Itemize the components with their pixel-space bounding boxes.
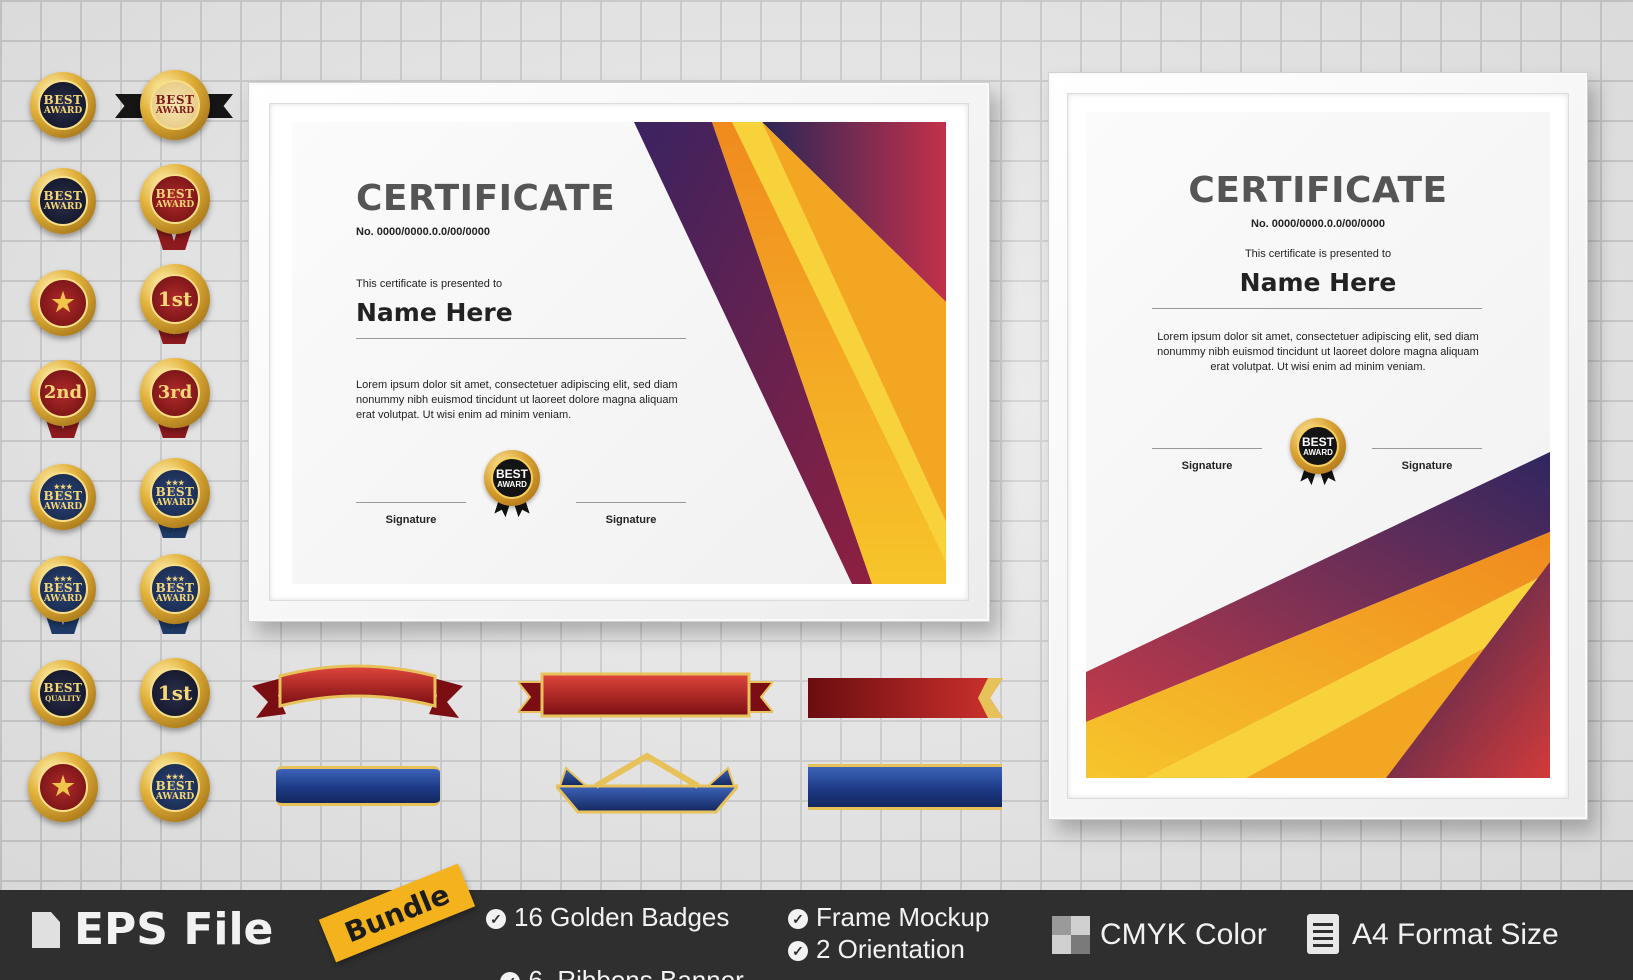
badge-best-award-3: BEST AWARD	[30, 168, 96, 234]
certificate-presented-text: This certificate is presented to	[1244, 248, 1392, 260]
badge-text: QUALITY	[45, 694, 81, 703]
badge-star-laurel: ★	[28, 752, 98, 822]
badge-text: AWARD	[155, 593, 195, 604]
badge-best-award-7: ★★★ BEST AWARD	[30, 556, 96, 622]
certificate-presented-text: This certificate is presented to	[356, 278, 503, 290]
badge-text: BEST	[43, 189, 83, 203]
feature-label: Frame Mockup	[816, 902, 990, 932]
signature-label-right: Signature	[1401, 460, 1453, 472]
badge-text: AWARD	[155, 791, 195, 802]
format-size-label: A4 Format Size	[1352, 918, 1559, 951]
seal-text: BEST	[1301, 434, 1334, 449]
certificate-body-text: Lorem ipsum dolor sit amet, consectetuer…	[1157, 331, 1479, 373]
seal-text: AWARD	[497, 479, 527, 489]
portrait-certificate: CERTIFICATE No. 0000/0000.0.0/00/0000 Th…	[1086, 112, 1550, 778]
portrait-frame: CERTIFICATE No. 0000/0000.0.0/00/0000 Th…	[1048, 72, 1588, 820]
signature-line-left	[356, 502, 466, 503]
badge-text: AWARD	[155, 106, 195, 116]
badge-text: AWARD	[43, 501, 83, 512]
ribbon-banner-plate-blue	[276, 766, 440, 806]
signature-line-right	[1372, 448, 1482, 449]
badge-text: BEST	[155, 580, 195, 595]
badge-best-award-5: ★★★ BEST AWARD	[30, 464, 96, 530]
badge-text: AWARD	[43, 202, 83, 212]
file-type-label: EPS File	[74, 904, 274, 955]
badge-text: BEST	[155, 187, 195, 201]
badge-text: BEST	[43, 681, 83, 695]
frame-mat: CERTIFICATE No. 0000/0000.0.0/00/0000 Th…	[269, 103, 969, 601]
badge-text: BEST	[43, 580, 83, 595]
check-icon: ✓	[788, 909, 808, 930]
feature-orientation: ✓ 2 Orientation	[788, 934, 965, 965]
certificate-title: CERTIFICATE	[356, 178, 616, 219]
badge-text: AWARD	[43, 106, 83, 116]
ribbon-banner-crown-blue	[556, 752, 738, 814]
name-underline	[1152, 308, 1482, 309]
badge-text: AWARD	[155, 497, 195, 508]
color-swatch-icon	[1052, 916, 1090, 954]
badge-text: AWARD	[155, 200, 195, 210]
certificate-number: No. 0000/0000.0.0/00/0000	[1251, 218, 1385, 230]
check-icon: ✓	[500, 972, 521, 980]
recipient-name: Name Here	[1239, 268, 1397, 297]
best-award-seal: BEST AWARD	[1290, 418, 1346, 474]
feature-golden-badges: ✓ 16 Golden Badges	[486, 902, 729, 933]
feature-label: 2 Orientation	[816, 934, 965, 964]
certificate-body-text: Lorem ipsum dolor sit amet, consectetuer…	[356, 379, 678, 421]
feature-label: 16 Golden Badges	[514, 902, 730, 932]
file-icon	[32, 912, 60, 948]
badge-first-place-2: 1st	[140, 658, 210, 728]
badge-text: 2nd	[43, 382, 83, 403]
best-award-seal: BEST AWARD	[484, 450, 540, 506]
certificate-number: No. 0000/0000.0.0/00/0000	[356, 226, 490, 238]
feature-label: 6 Ribbons Banner	[528, 965, 744, 980]
seal-text: AWARD	[1303, 447, 1333, 457]
check-icon: ✓	[486, 909, 506, 930]
signature-label-left: Signature	[385, 514, 437, 526]
badge-text: 1st	[157, 681, 193, 705]
ribbon-banner-tag-red	[808, 678, 1003, 718]
badge-text: BEST	[155, 778, 195, 793]
badge-third-place: 3rd	[140, 358, 210, 428]
color-mode-label: CMYK Color	[1100, 918, 1267, 951]
badge-text: BEST	[43, 93, 83, 107]
badge-best-award-laurel: ★★★ BEST AWARD	[140, 752, 210, 822]
seal-text: BEST	[495, 466, 528, 481]
badge-first-place-1: 1st	[140, 264, 210, 334]
ribbon-banner-curved-red	[252, 664, 463, 718]
badge-best-award-6: ★★★ BEST AWARD	[140, 458, 210, 528]
badge-best-award-1: BEST AWARD	[30, 72, 96, 138]
badge-best-quality: BEST QUALITY	[30, 660, 96, 726]
check-icon: ✓	[788, 941, 808, 962]
badge-text: 1st	[157, 287, 193, 311]
feature-ribbons-banner: ✓ 6 Ribbons Banner	[486, 934, 744, 980]
badge-second-place: 2nd	[30, 360, 96, 426]
badge-text: BEST	[43, 488, 83, 503]
signature-label-left: Signature	[1181, 460, 1233, 472]
badge-text: BEST	[155, 484, 195, 499]
badge-star-1: ★	[30, 270, 96, 336]
ribbon-banner-flat-red	[518, 672, 773, 718]
star-icon: ★	[51, 288, 75, 318]
name-underline	[356, 338, 686, 339]
landscape-certificate: CERTIFICATE No. 0000/0000.0.0/00/0000 Th…	[292, 122, 946, 584]
ribbon-banner-bar-blue	[808, 764, 1002, 810]
recipient-name: Name Here	[356, 298, 513, 327]
badge-best-award-8: ★★★ BEST AWARD	[140, 554, 210, 624]
badge-text: 3rd	[157, 382, 193, 403]
star-icon: ★	[51, 772, 75, 802]
signature-line-right	[576, 502, 686, 503]
badge-text: AWARD	[43, 593, 83, 604]
landscape-frame: CERTIFICATE No. 0000/0000.0.0/00/0000 Th…	[248, 82, 990, 622]
frame-mat: CERTIFICATE No. 0000/0000.0.0/00/0000 Th…	[1067, 93, 1569, 799]
document-icon	[1307, 914, 1339, 954]
badge-best-award-4: BEST AWARD	[140, 164, 210, 234]
signature-line-left	[1152, 448, 1262, 449]
certificate-title: CERTIFICATE	[1188, 170, 1448, 211]
signature-label-right: Signature	[605, 514, 657, 526]
feature-frame-mockup: ✓ Frame Mockup	[788, 902, 989, 933]
badge-best-award-2: BEST AWARD	[140, 70, 210, 140]
badge-text: BEST	[155, 93, 195, 107]
